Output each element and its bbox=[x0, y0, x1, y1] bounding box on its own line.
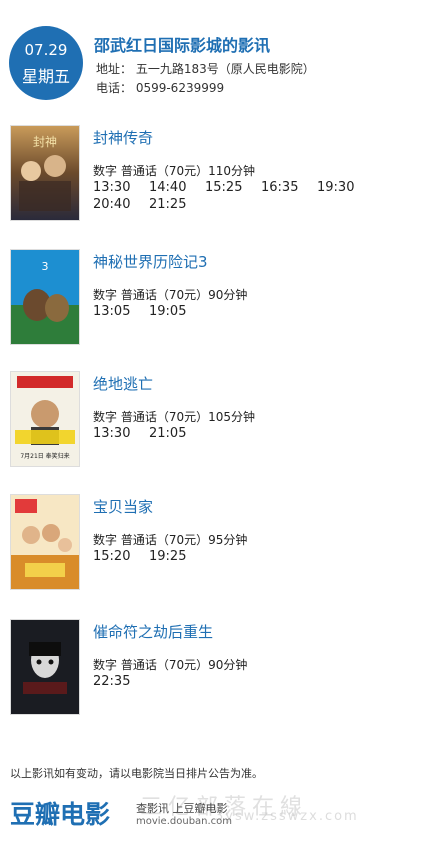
movie-info: 数字 普通话（70元）95分钟 bbox=[93, 533, 248, 547]
movie-item[interactable]: 宝贝当家 数字 普通话（70元）95分钟 15:20 19:25 bbox=[10, 494, 430, 594]
showtime[interactable]: 19:30 bbox=[317, 179, 373, 196]
movie-poster[interactable] bbox=[10, 619, 80, 715]
movie-title[interactable]: 催命符之劫后重生 bbox=[93, 621, 213, 642]
showtime[interactable]: 14:40 bbox=[149, 179, 205, 196]
date-badge: 07.29 星期五 bbox=[9, 26, 83, 100]
movie-item[interactable]: 催命符之劫后重生 数字 普通话（70元）90分钟 22:35 bbox=[10, 619, 430, 719]
showtime[interactable]: 19:25 bbox=[149, 548, 205, 565]
movie-title[interactable]: 绝地逃亡 bbox=[93, 373, 153, 394]
poster-date-text: 7月21日 奉笑归来 bbox=[20, 452, 69, 460]
svg-text:3: 3 bbox=[42, 260, 49, 273]
showtime[interactable]: 22:35 bbox=[93, 673, 149, 690]
cinema-address: 地址： 五一九路183号（原人民电影院） bbox=[96, 62, 315, 76]
movie-info: 数字 普通话（70元）105分钟 bbox=[93, 410, 255, 424]
movie-poster[interactable] bbox=[10, 494, 80, 590]
footer-url[interactable]: movie.douban.com bbox=[136, 816, 232, 827]
showtimes: 22:35 bbox=[93, 673, 423, 690]
showtime[interactable]: 13:30 bbox=[93, 179, 149, 196]
movie-title[interactable]: 宝贝当家 bbox=[93, 496, 153, 517]
showtimes: 13:30 14:40 15:25 16:35 19:30 20:40 21:25 bbox=[93, 179, 423, 213]
movie-title[interactable]: 神秘世界历险记3 bbox=[93, 251, 208, 272]
showtime[interactable]: 13:05 bbox=[93, 303, 149, 320]
cinema-phone: 电话： 0599-6239999 bbox=[96, 81, 225, 95]
movie-item[interactable]: 7月21日 奉笑归来 绝地逃亡 数字 普通话（70元）105分钟 13:30 21… bbox=[10, 371, 430, 471]
showtimes: 13:30 21:05 bbox=[93, 425, 423, 442]
showtime[interactable]: 15:25 bbox=[205, 179, 261, 196]
douban-logo[interactable]: 豆瓣电影 bbox=[10, 795, 110, 831]
movie-poster[interactable]: 封神 bbox=[10, 125, 80, 221]
showtime[interactable]: 19:05 bbox=[149, 303, 205, 320]
douban-footer[interactable]: 豆瓣电影 三亿部落在線 3ysw.zsswzx.com 查影讯 上豆瓣电影 mo… bbox=[10, 795, 430, 835]
watermark-url: 3ysw.zsswzx.com bbox=[215, 809, 359, 824]
svg-text:封神: 封神 bbox=[33, 135, 57, 149]
showtime[interactable]: 21:05 bbox=[149, 425, 205, 442]
cinema-title: 邵武红日国际影城的影讯 bbox=[94, 36, 271, 55]
showtime[interactable]: 21:25 bbox=[149, 196, 205, 213]
movie-item[interactable]: 封神 封神传奇 数字 普通话（70元）110分钟 13:30 14:40 15:25… bbox=[10, 125, 430, 225]
movie-poster[interactable]: 3 bbox=[10, 249, 80, 345]
cinema-header: 07.29 星期五 邵武红日国际影城的影讯 地址： 五一九路183号（原人民电影… bbox=[9, 26, 429, 106]
date-text: 07.29 bbox=[24, 41, 68, 59]
movie-poster[interactable]: 7月21日 奉笑归来 bbox=[10, 371, 80, 467]
movie-item[interactable]: 3 神秘世界历险记3 数字 普通话（70元）90分钟 13:05 19:05 bbox=[10, 249, 430, 349]
movie-info: 数字 普通话（70元）90分钟 bbox=[93, 658, 248, 672]
movie-title[interactable]: 封神传奇 bbox=[93, 127, 153, 148]
movie-info: 数字 普通话（70元）110分钟 bbox=[93, 164, 255, 178]
showtime[interactable]: 13:30 bbox=[93, 425, 149, 442]
footer-slogan: 查影讯 上豆瓣电影 bbox=[136, 802, 228, 815]
showtime[interactable]: 15:20 bbox=[93, 548, 149, 565]
showtime[interactable]: 20:40 bbox=[93, 196, 149, 213]
showtimes: 15:20 19:25 bbox=[93, 548, 423, 565]
weekday-text: 星期五 bbox=[21, 67, 70, 86]
showtime[interactable]: 16:35 bbox=[261, 179, 317, 196]
showtimes: 13:05 19:05 bbox=[93, 303, 423, 320]
movie-info: 数字 普通话（70元）90分钟 bbox=[93, 288, 248, 302]
disclaimer-note: 以上影讯如有变动，请以电影院当日排片公告为准。 bbox=[10, 767, 263, 780]
